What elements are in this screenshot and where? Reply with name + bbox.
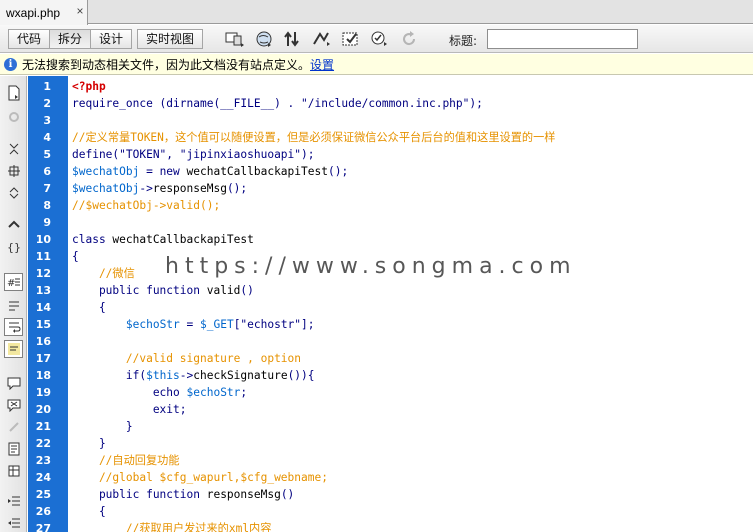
document-toolbar: 代码 拆分 设计 实时视图 标题: bbox=[0, 25, 753, 53]
code-line: } bbox=[72, 420, 133, 433]
code-editor[interactable]: <?php require_once (dirname(__FILE__) . "… bbox=[68, 76, 753, 532]
balance-braces-icon[interactable]: {} bbox=[4, 238, 23, 256]
debug-icon[interactable] bbox=[311, 29, 333, 49]
site-definition-infobar: i 无法搜索到动态相关文件，因为此文档没有站点定义。 设置 bbox=[0, 54, 753, 75]
code-line: //$wechatObj->valid(); bbox=[72, 199, 221, 212]
line-number: 6 bbox=[43, 165, 51, 178]
code-line: //valid signature , option bbox=[72, 352, 302, 365]
line-number: 11 bbox=[35, 250, 51, 263]
line-number: 24 bbox=[35, 471, 51, 484]
line-number: 9 bbox=[43, 216, 51, 229]
view-mode-buttons: 代码 拆分 设计 实时视图 bbox=[8, 29, 204, 50]
line-number: 2 bbox=[43, 97, 51, 110]
expand-all-icon[interactable] bbox=[4, 184, 23, 202]
document-tab-strip: wxapi.php × bbox=[0, 0, 753, 25]
svg-text:{}: {} bbox=[7, 241, 21, 254]
move-css-icon[interactable] bbox=[4, 462, 23, 480]
syntax-coloring-icon[interactable] bbox=[4, 340, 23, 358]
outdent-code-icon[interactable] bbox=[4, 514, 23, 532]
document-tab-filename: wxapi.php bbox=[6, 5, 61, 20]
line-number: 18 bbox=[35, 369, 51, 382]
apply-comment-icon[interactable] bbox=[4, 374, 23, 392]
wrap-tag-icon[interactable] bbox=[4, 418, 23, 436]
remove-comment-icon[interactable] bbox=[4, 396, 23, 414]
collapse-full-tag-icon[interactable] bbox=[4, 140, 23, 158]
recent-snippets-icon[interactable] bbox=[4, 440, 23, 458]
live-view-button[interactable]: 实时视图 bbox=[137, 29, 204, 49]
code-line: exit; bbox=[72, 403, 187, 416]
code-view-button[interactable]: 代码 bbox=[8, 29, 51, 49]
file-transfer-icon[interactable] bbox=[282, 29, 304, 49]
line-number: 26 bbox=[35, 505, 51, 518]
document-tab-wxapi[interactable]: wxapi.php × bbox=[0, 0, 88, 25]
code-line: //微信 bbox=[72, 267, 135, 280]
line-number: 23 bbox=[35, 454, 51, 467]
code-line: public function responseMsg() bbox=[72, 488, 295, 501]
toolbar-icons bbox=[224, 29, 427, 49]
line-number: 15 bbox=[35, 318, 51, 331]
line-number: 19 bbox=[35, 386, 51, 399]
code-line: public function valid() bbox=[72, 284, 254, 297]
line-number: 7 bbox=[43, 182, 51, 195]
line-number: 3 bbox=[43, 114, 51, 127]
line-number: 25 bbox=[35, 488, 51, 501]
line-number: 10 bbox=[35, 233, 51, 246]
line-numbers-icon[interactable]: # bbox=[4, 273, 23, 291]
code-line: $wechatObj = new wechatCallbackapiTest()… bbox=[72, 165, 349, 178]
code-line: $wechatObj->responseMsg(); bbox=[72, 182, 248, 195]
infobar-setup-link[interactable]: 设置 bbox=[310, 56, 334, 73]
line-number: 21 bbox=[35, 420, 51, 433]
infobar-message: 无法搜索到动态相关文件，因为此文档没有站点定义。 bbox=[22, 57, 311, 72]
coding-toolbar: {} # bbox=[0, 76, 27, 532]
code-line: //定义常量TOKEN，这个值可以随便设置，但是必须保证微信公众平台后台的值和这… bbox=[72, 131, 556, 144]
code-line: class wechatCallbackapiTest bbox=[72, 233, 254, 246]
split-view-button[interactable]: 拆分 bbox=[49, 29, 92, 49]
code-line: $echoStr = $_GET["echostr"]; bbox=[125, 318, 315, 331]
open-documents-icon[interactable] bbox=[4, 84, 23, 102]
svg-text:#: # bbox=[7, 278, 15, 289]
line-number: 1 bbox=[43, 80, 51, 93]
design-view-button[interactable]: 设计 bbox=[90, 29, 133, 49]
code-line: //自动回复功能 bbox=[72, 454, 180, 467]
line-number: 13 bbox=[35, 284, 51, 297]
line-number: 17 bbox=[35, 352, 51, 365]
highlight-invalid-code-icon[interactable] bbox=[4, 296, 23, 314]
code-line: //global $cfg_wapurl,$cfg_webname; bbox=[72, 471, 328, 484]
line-number: 4 bbox=[43, 131, 51, 144]
code-line: { bbox=[72, 301, 106, 314]
line-number: 27 bbox=[35, 522, 51, 532]
code-line: { bbox=[72, 505, 106, 518]
line-number: 16 bbox=[35, 335, 51, 348]
line-number: 22 bbox=[35, 437, 51, 450]
watermark-text: https://www.songma.com bbox=[165, 254, 577, 279]
multiscreen-icon[interactable] bbox=[224, 29, 246, 49]
title-label: 标题: bbox=[449, 34, 478, 48]
close-tab-icon[interactable]: × bbox=[74, 4, 86, 18]
code-line: <?php bbox=[72, 80, 106, 93]
code-line: { bbox=[72, 250, 79, 263]
line-number: 14 bbox=[35, 301, 51, 314]
collapse-selection-icon[interactable] bbox=[4, 162, 23, 180]
validate-icon[interactable] bbox=[369, 29, 391, 49]
code-line: //获取用户发过来的xml内容 bbox=[72, 522, 272, 532]
show-code-navigator-icon[interactable] bbox=[4, 108, 23, 126]
line-number-gutter: 1 2 3 4 5 6 7 8 9 10 11 12 13 14 15 16 17 18 19 20 21 22 23 24 2… bbox=[28, 76, 68, 532]
line-number: 8 bbox=[43, 199, 51, 212]
info-icon: i bbox=[4, 57, 17, 71]
code-line: } bbox=[72, 437, 106, 450]
line-number: 12 bbox=[35, 267, 51, 280]
line-number: 5 bbox=[43, 148, 51, 161]
preview-globe-icon[interactable] bbox=[253, 29, 275, 49]
refresh-icon[interactable] bbox=[398, 29, 420, 49]
code-line: if($this->checkSignature()){ bbox=[72, 369, 315, 382]
line-number: 20 bbox=[35, 403, 51, 416]
title-input[interactable] bbox=[487, 29, 638, 49]
code-line: require_once (dirname(__FILE__) . "/incl… bbox=[72, 97, 483, 110]
word-wrap-icon[interactable] bbox=[4, 318, 23, 336]
indent-code-icon[interactable] bbox=[4, 492, 23, 510]
code-line: echo $echoStr; bbox=[72, 386, 248, 399]
code-line: define("TOKEN", "jipinxiaoshuoapi"); bbox=[72, 148, 315, 161]
select-parent-tag-icon[interactable] bbox=[4, 216, 23, 234]
visual-aids-icon[interactable] bbox=[340, 29, 362, 49]
